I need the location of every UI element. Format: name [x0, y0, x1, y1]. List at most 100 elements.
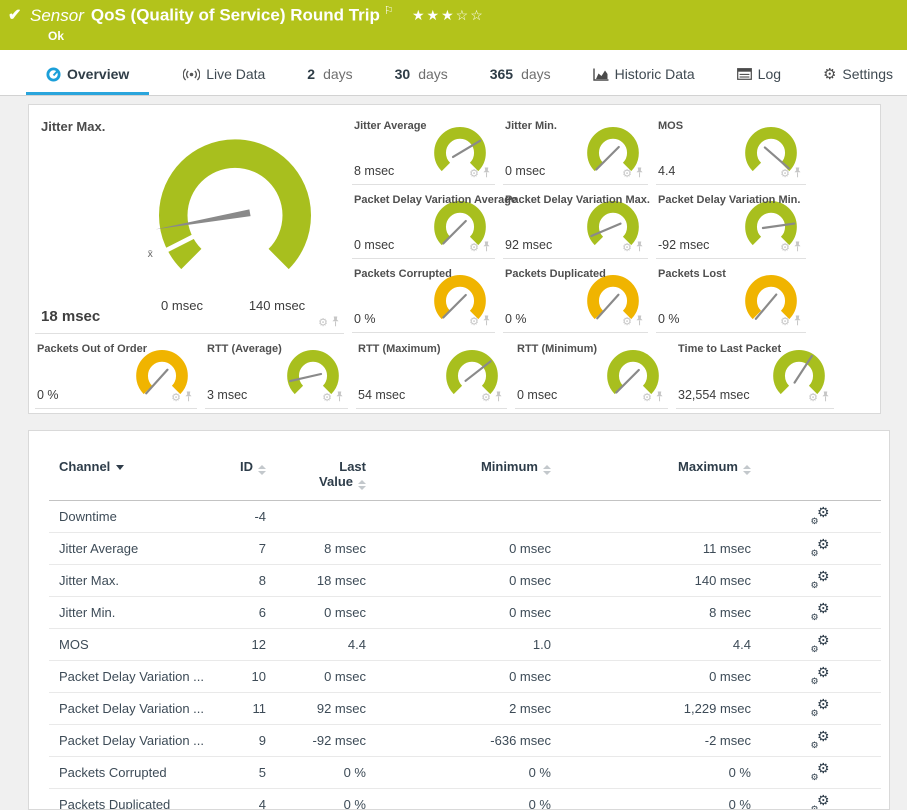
gauge-packet-delay-variation-max[interactable]: Packet Delay Variation Max.92 msec⚙ — [503, 185, 648, 259]
pin-icon[interactable] — [482, 167, 491, 181]
tab-2-days[interactable]: 2days — [299, 66, 360, 95]
gauge-title: Jitter Max. — [41, 119, 105, 134]
column-header-maximum[interactable]: Maximum — [559, 455, 759, 501]
pin-icon[interactable] — [793, 241, 802, 255]
gauge-title: Packets Lost — [658, 268, 726, 280]
gear-icon[interactable]: ⚙ — [469, 317, 479, 328]
channel-settings-gears-icon[interactable]: ⚙⚙ — [811, 667, 830, 684]
channel-settings-gears-icon[interactable]: ⚙⚙ — [811, 699, 830, 716]
tab-30-days[interactable]: 30days — [387, 66, 456, 95]
gauge-packets-lost[interactable]: Packets Lost0 %⚙ — [656, 259, 806, 333]
cell-id: 5 — [219, 757, 274, 789]
flag-icon[interactable]: ⚐ — [384, 5, 394, 17]
channel-row-jitter-min[interactable]: Jitter Min.60 msec0 msec8 msec⚙⚙ — [49, 597, 881, 629]
tab-log[interactable]: Log — [729, 66, 789, 95]
tab-365-days[interactable]: 365days — [482, 66, 559, 95]
channel-row-mos[interactable]: MOS124.41.04.4⚙⚙ — [49, 629, 881, 661]
gauge-packets-out-of-order[interactable]: Packets Out of Order0 %⚙ — [35, 334, 197, 409]
gauge-rtt-minimum[interactable]: RTT (Minimum)0 msec⚙ — [515, 334, 668, 409]
tab-settings[interactable]: ⚙Settings — [815, 66, 901, 95]
gauge-value: 92 msec — [505, 238, 552, 252]
channel-settings-gears-icon[interactable]: ⚙⚙ — [811, 731, 830, 748]
gauge-packets-duplicated[interactable]: Packets Duplicated0 %⚙ — [503, 259, 648, 333]
gear-icon[interactable]: ⚙ — [171, 393, 181, 404]
gauge-time-to-last-packet[interactable]: Time to Last Packet32,554 msec⚙ — [676, 334, 834, 409]
gear-icon[interactable]: ⚙ — [481, 393, 491, 404]
gauge-packets-corrupted[interactable]: Packets Corrupted0 %⚙ — [352, 259, 495, 333]
pin-icon[interactable] — [793, 315, 802, 329]
pin-icon[interactable] — [482, 241, 491, 255]
pin-icon[interactable] — [482, 315, 491, 329]
channel-settings-gears-icon[interactable]: ⚙⚙ — [811, 571, 830, 588]
sensor-kind-label: Sensor — [30, 6, 84, 25]
pin-icon[interactable] — [335, 391, 344, 405]
channel-settings-gears-icon[interactable]: ⚙⚙ — [811, 539, 830, 556]
cell-id: 12 — [219, 629, 274, 661]
gauge-mos[interactable]: MOS4.4⚙ — [656, 111, 806, 185]
gauge-jitter-max[interactable]: Jitter Max. x̄ 0 msec 140 msec 18 msec ⚙ — [35, 111, 344, 334]
column-header-channel[interactable]: Channel — [49, 455, 219, 501]
gear-icon[interactable]: ⚙ — [622, 243, 632, 254]
gauge-value: 0 % — [354, 312, 376, 326]
cell-last-value: 0 msec — [274, 661, 374, 693]
gear-icon[interactable]: ⚙ — [622, 317, 632, 328]
gauge-packet-delay-variation-average[interactable]: Packet Delay Variation Average0 msec⚙ — [352, 185, 495, 259]
column-header-last-value[interactable]: LastValue — [274, 455, 374, 501]
pin-icon[interactable] — [494, 391, 503, 405]
gauge-rtt-maximum[interactable]: RTT (Maximum)54 msec⚙ — [356, 334, 507, 409]
channel-row-packet-delay-variation[interactable]: Packet Delay Variation ...1192 msec2 mse… — [49, 693, 881, 725]
channel-row-packets-duplicated[interactable]: Packets Duplicated40 %0 %0 %⚙⚙ — [49, 789, 881, 810]
tab-live-data[interactable]: Live Data — [175, 66, 273, 95]
gauge-title: RTT (Average) — [207, 343, 282, 355]
channel-row-jitter-average[interactable]: Jitter Average78 msec0 msec11 msec⚙⚙ — [49, 533, 881, 565]
gauge-grid: Jitter Average8 msec⚙Jitter Min.0 msec⚙M… — [352, 111, 814, 334]
gear-icon[interactable]: ⚙ — [780, 317, 790, 328]
cell-channel: Jitter Max. — [49, 565, 219, 597]
gear-icon: ⚙ — [823, 67, 836, 82]
cell-minimum: 1.0 — [374, 629, 559, 661]
gauge-jitter-average[interactable]: Jitter Average8 msec⚙ — [352, 111, 495, 185]
pin-icon[interactable] — [331, 316, 340, 330]
pin-icon[interactable] — [655, 391, 664, 405]
channel-row-packets-corrupted[interactable]: Packets Corrupted50 %0 %0 %⚙⚙ — [49, 757, 881, 789]
channel-settings-gears-icon[interactable]: ⚙⚙ — [811, 507, 830, 524]
pin-icon[interactable] — [635, 167, 644, 181]
channel-settings-gears-icon[interactable]: ⚙⚙ — [811, 603, 830, 620]
gauge-title: Packets Duplicated — [505, 268, 606, 280]
gauge-jitter-min[interactable]: Jitter Min.0 msec⚙ — [503, 111, 648, 185]
channel-row-packet-delay-variation[interactable]: Packet Delay Variation ...100 msec0 msec… — [49, 661, 881, 693]
gauge-packet-delay-variation-min[interactable]: Packet Delay Variation Min.-92 msec⚙ — [656, 185, 806, 259]
star-rating[interactable]: ★★★☆☆ — [412, 7, 485, 24]
gauge-rtt-average[interactable]: RTT (Average)3 msec⚙ — [205, 334, 348, 409]
channel-settings-gears-icon[interactable]: ⚙⚙ — [811, 763, 830, 780]
column-header-id[interactable]: ID — [219, 455, 274, 501]
gear-icon[interactable]: ⚙ — [318, 318, 328, 329]
cell-id: 6 — [219, 597, 274, 629]
gear-icon[interactable]: ⚙ — [469, 169, 479, 180]
pin-icon[interactable] — [821, 391, 830, 405]
column-header-minimum[interactable]: Minimum — [374, 455, 559, 501]
channel-row-packet-delay-variation[interactable]: Packet Delay Variation ...9-92 msec-636 … — [49, 725, 881, 757]
gear-icon[interactable]: ⚙ — [808, 393, 818, 404]
tab-label: Historic Data — [615, 66, 695, 82]
channel-row-downtime[interactable]: Downtime-4⚙⚙ — [49, 501, 881, 533]
pin-icon[interactable] — [635, 241, 644, 255]
gear-icon[interactable]: ⚙ — [780, 169, 790, 180]
gauge-title: Packet Delay Variation Min. — [658, 194, 800, 206]
gear-icon[interactable]: ⚙ — [642, 393, 652, 404]
channel-settings-gears-icon[interactable]: ⚙⚙ — [811, 635, 830, 652]
cell-minimum: 0 msec — [374, 533, 559, 565]
gear-icon[interactable]: ⚙ — [469, 243, 479, 254]
channel-settings-gears-icon[interactable]: ⚙⚙ — [811, 795, 830, 810]
cell-channel: Packet Delay Variation ... — [49, 693, 219, 725]
tab-overview[interactable]: Overview — [26, 66, 149, 95]
tab-historic-data[interactable]: Historic Data — [585, 66, 703, 95]
gear-icon[interactable]: ⚙ — [322, 393, 332, 404]
pin-icon[interactable] — [184, 391, 193, 405]
pin-icon[interactable] — [793, 167, 802, 181]
cell-maximum — [559, 501, 759, 533]
gear-icon[interactable]: ⚙ — [622, 169, 632, 180]
channel-row-jitter-max[interactable]: Jitter Max.818 msec0 msec140 msec⚙⚙ — [49, 565, 881, 597]
pin-icon[interactable] — [635, 315, 644, 329]
gear-icon[interactable]: ⚙ — [780, 243, 790, 254]
